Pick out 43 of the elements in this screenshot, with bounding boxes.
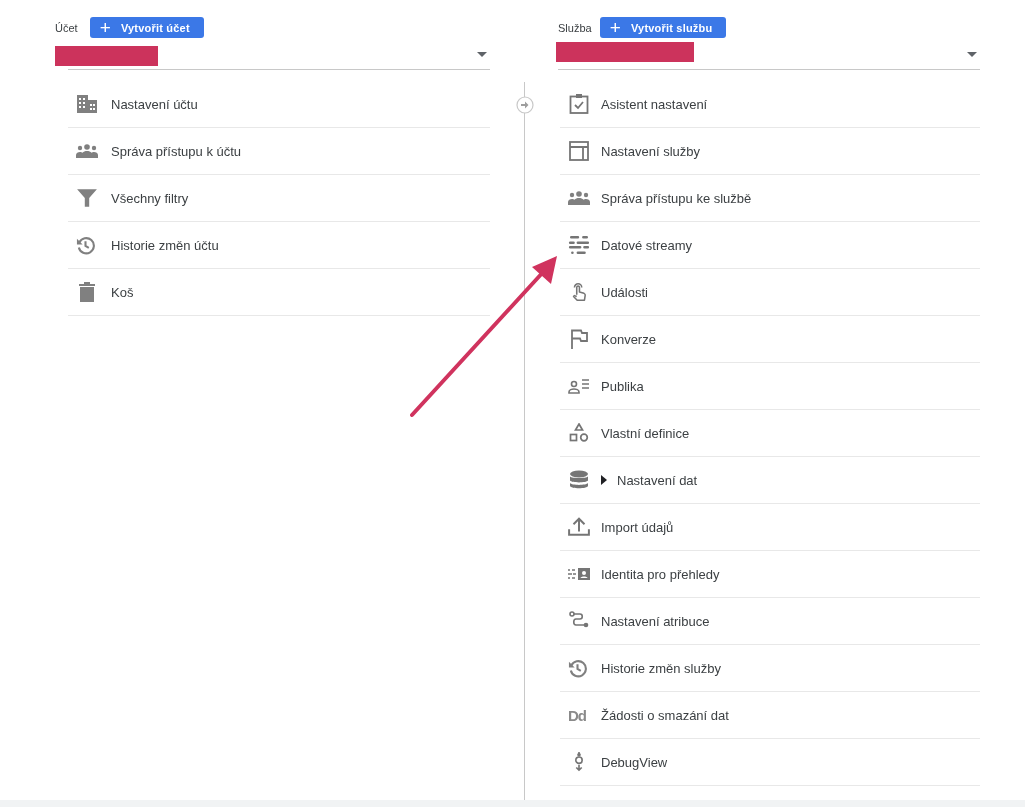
menu-item[interactable]: Import údajů xyxy=(560,504,980,551)
upload-icon xyxy=(568,517,590,537)
database-icon xyxy=(568,470,590,490)
menu-item[interactable]: Historie změn účtu xyxy=(68,222,490,269)
person-list-icon xyxy=(568,376,590,396)
history-icon xyxy=(76,235,95,255)
streams-icon xyxy=(568,235,590,255)
clipboard-check-icon xyxy=(568,94,590,114)
menu-item[interactable]: Nastavení dat xyxy=(560,457,980,504)
section-label: Služba xyxy=(558,21,592,34)
shapes-icon xyxy=(568,423,590,443)
trash-icon xyxy=(76,282,98,302)
menu-item[interactable]: Publika xyxy=(560,363,980,410)
create-button[interactable]: + Vytvořit službu xyxy=(599,17,727,38)
menu-item[interactable]: Správa přístupu k účtu xyxy=(68,128,490,175)
people-icon xyxy=(568,188,590,208)
create-button[interactable]: + Vytvořit účet xyxy=(89,17,204,38)
menu-item[interactable]: Nastavení atribuce xyxy=(560,598,980,645)
expand-more-icon[interactable] xyxy=(601,475,607,485)
dropdown-caret-icon xyxy=(477,51,487,57)
history-icon xyxy=(568,658,587,678)
menu-item[interactable]: Konverze xyxy=(560,316,980,363)
section-label: Účet xyxy=(55,21,78,34)
initials-icon: Dd xyxy=(568,706,586,724)
window-layout-icon xyxy=(568,141,590,161)
menu-item[interactable]: Nastavení účtu xyxy=(68,81,490,128)
people-icon xyxy=(76,141,98,161)
building-icon xyxy=(76,94,98,114)
menu-item[interactable]: Datové streamy xyxy=(560,222,980,269)
menu-item[interactable]: Správa přístupu ke službě xyxy=(560,175,980,222)
menu-item[interactable]: Identita pro přehledy xyxy=(560,551,980,598)
filter-icon xyxy=(76,188,98,208)
menu-item[interactable]: Asistent nastavení xyxy=(560,81,980,128)
menu-item[interactable]: Nastavení služby xyxy=(560,128,980,175)
flag-icon xyxy=(568,329,590,349)
menu-item[interactable]: Vlastní definice xyxy=(560,410,980,457)
menu-item[interactable]: Události xyxy=(560,269,980,316)
menu-item[interactable]: DebugView xyxy=(560,739,980,786)
menu-item[interactable]: Historie změn služby xyxy=(560,645,980,692)
menu-item[interactable]: Všechny filtry xyxy=(68,175,490,222)
menu-item[interactable]: Dd Žádosti o smazání dat xyxy=(560,692,980,739)
menu-item[interactable]: Koš xyxy=(68,269,490,316)
dropdown-caret-icon xyxy=(967,51,977,57)
